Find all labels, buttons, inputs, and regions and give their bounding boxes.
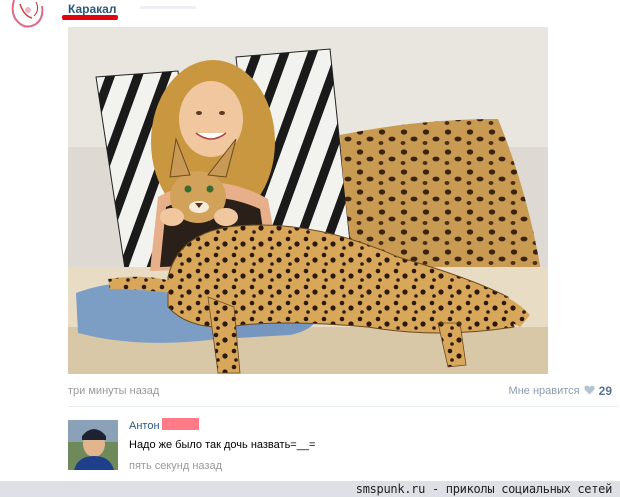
comment-author[interactable]: Антон [129, 420, 160, 432]
footer-bar: smspunk.ru - приколы социальных сетей [0, 481, 620, 497]
post-photo[interactable] [68, 27, 548, 374]
post-timestamp[interactable]: три минуты назад [68, 385, 159, 397]
like-label: Мне нравится [508, 385, 580, 397]
footer-watermark: smspunk.ru - приколы социальных сетей [355, 482, 613, 496]
like-button[interactable]: Мне нравится 29 [509, 384, 612, 398]
divider [140, 6, 196, 9]
heart-icon [584, 385, 595, 398]
comment-text: Надо же было так дочь назвать=__= [129, 439, 316, 451]
divider [68, 406, 618, 407]
comment-avatar[interactable] [68, 420, 118, 470]
like-count: 29 [598, 384, 612, 398]
comment-timestamp[interactable]: пять секунд назад [129, 460, 222, 472]
post-title[interactable]: Каракал [68, 2, 116, 16]
post-avatar[interactable] [6, 0, 56, 30]
highlight-underline [62, 15, 118, 20]
redaction-mark [162, 418, 199, 430]
